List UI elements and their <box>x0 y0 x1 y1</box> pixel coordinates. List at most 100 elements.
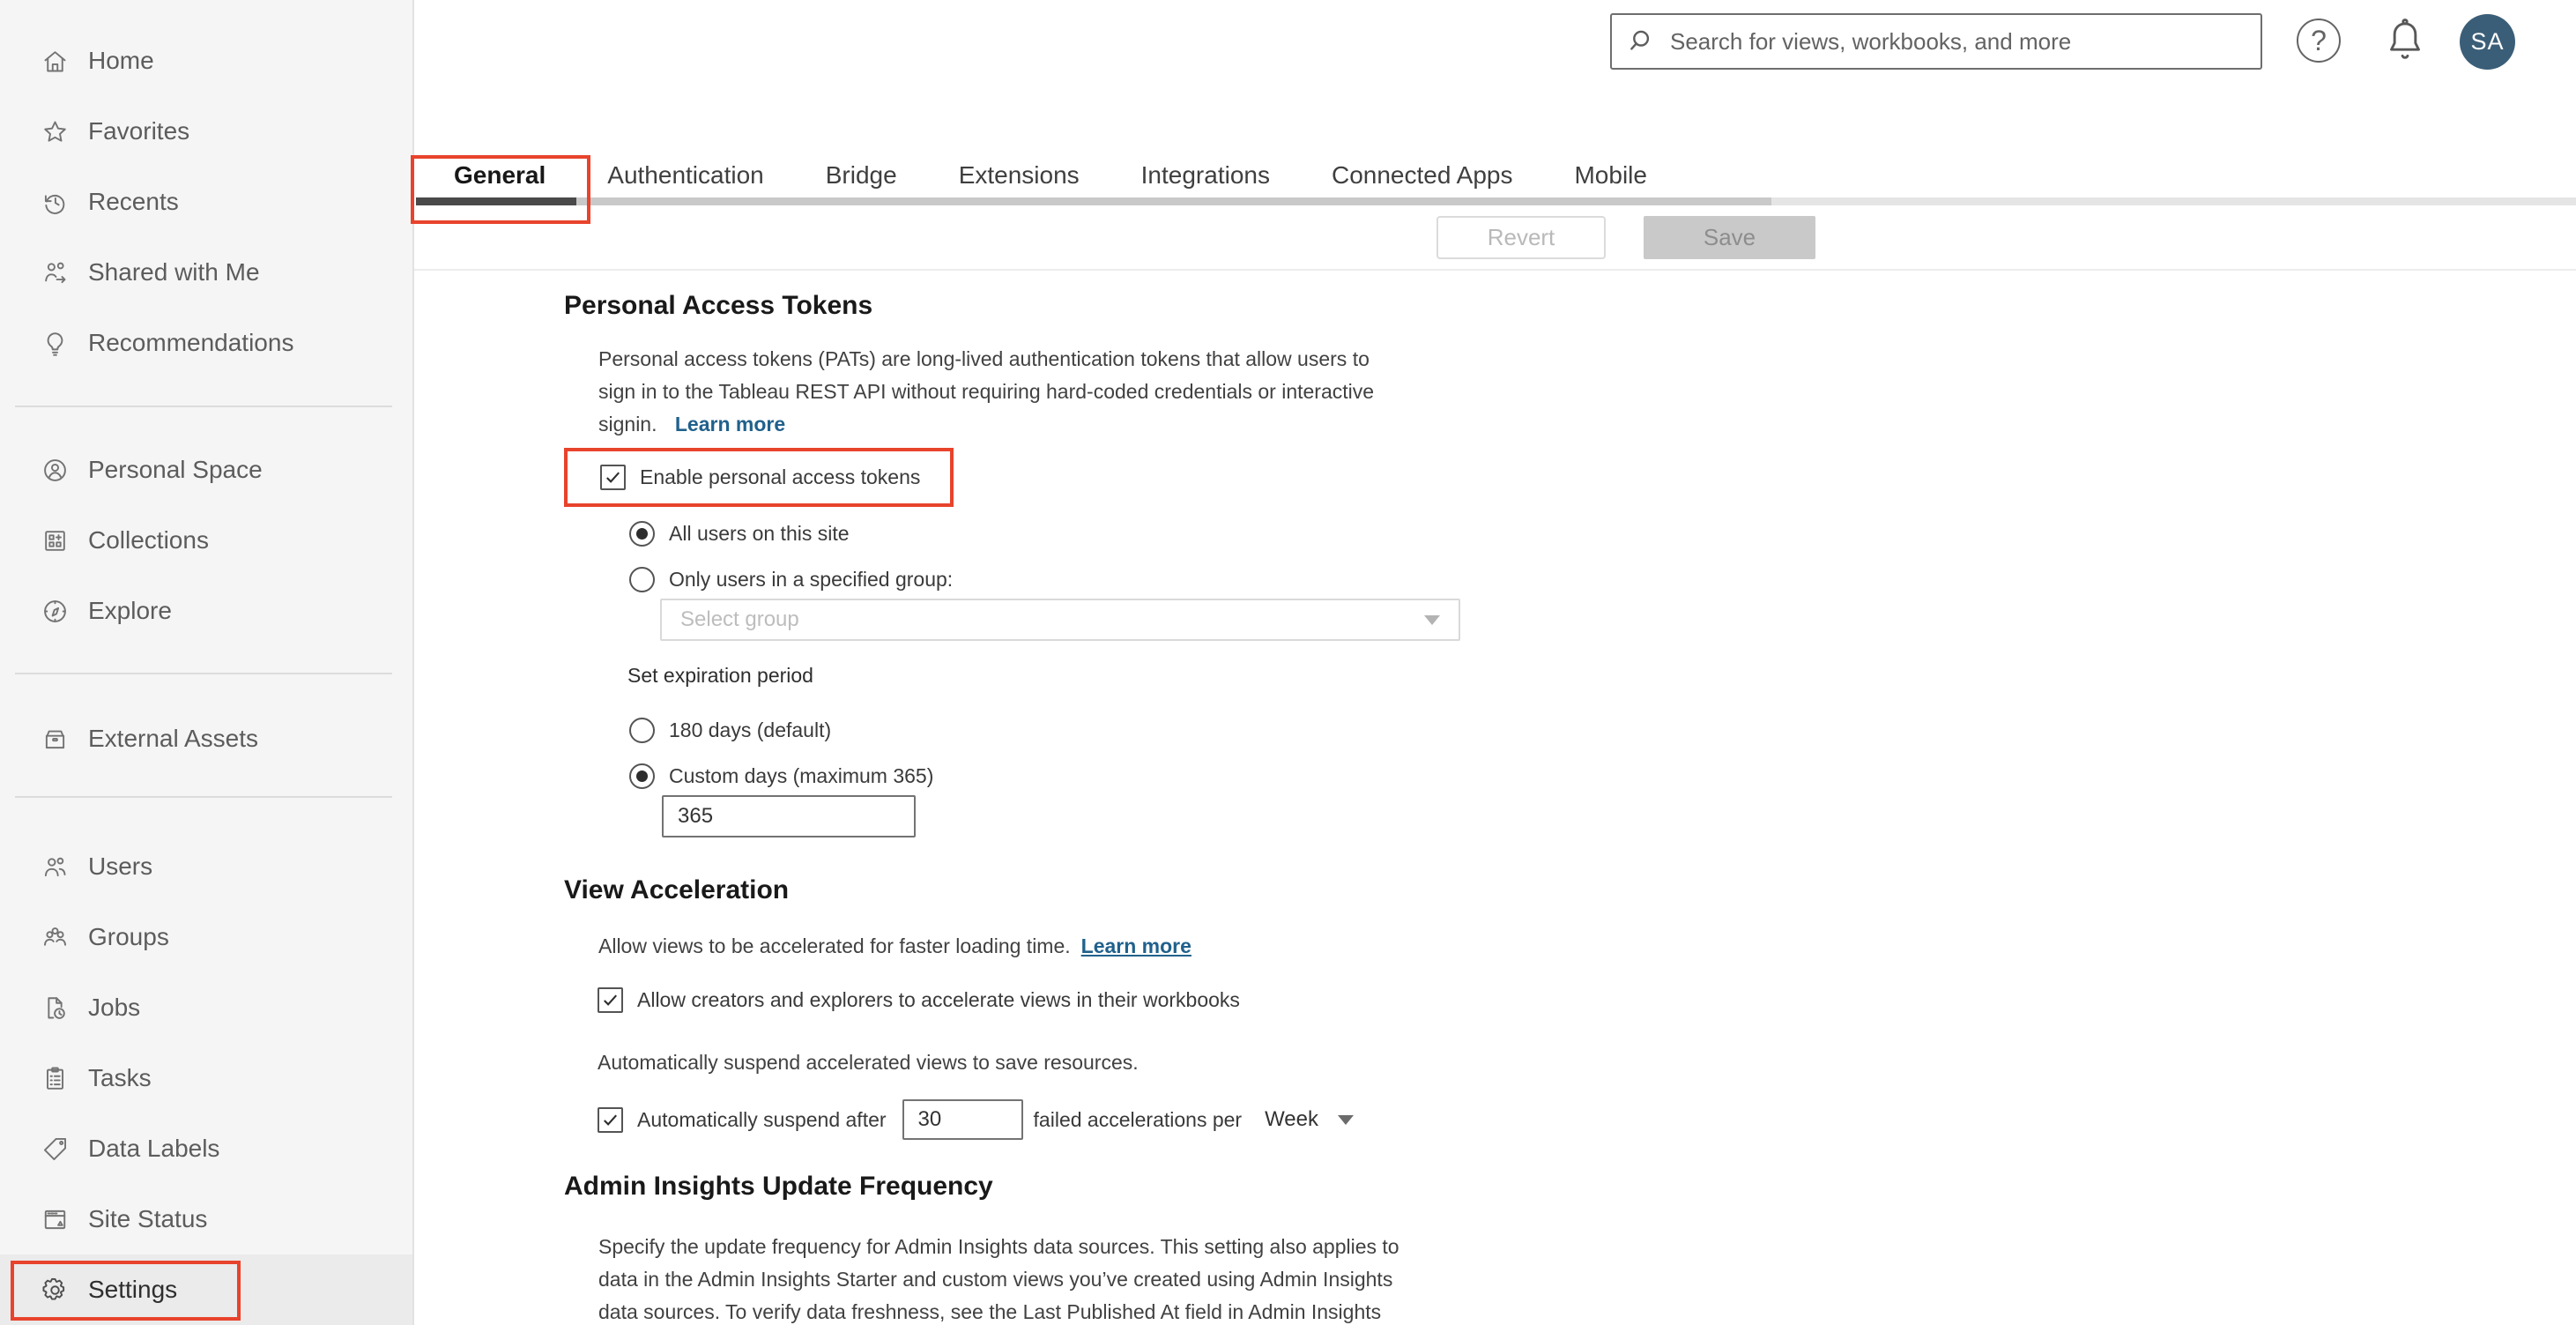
allow-accelerate-label[interactable]: Allow creators and explorers to accelera… <box>637 988 1240 1012</box>
sidebar-item-recommendations[interactable]: Recommendations <box>0 308 412 378</box>
custom-days-input[interactable] <box>662 795 916 837</box>
check-icon <box>604 1114 617 1126</box>
lightbulb-icon <box>41 329 70 358</box>
custom-days-radio[interactable] <box>629 763 655 789</box>
chevron-down-icon <box>1424 614 1440 625</box>
all-users-radio[interactable] <box>629 521 655 547</box>
search-input[interactable] <box>1670 15 2260 68</box>
sidebar-item-external-assets[interactable]: External Assets <box>0 703 412 774</box>
sidebar-item-label: Collections <box>88 526 209 554</box>
sidebar-item-home[interactable]: Home <box>0 26 412 96</box>
tableau-site-settings-page: Home Favorites Recents Shared with Me Re… <box>0 0 2576 1325</box>
sidebar-divider <box>15 406 392 407</box>
section-title-view-acceleration: View Acceleration <box>564 875 790 904</box>
sidebar-item-label: Site Status <box>88 1205 208 1232</box>
enable-pat-label[interactable]: Enable personal access tokens <box>640 465 920 489</box>
select-group-dropdown[interactable]: Select group <box>660 599 1460 641</box>
sidebar-item-site-status[interactable]: Site Status <box>0 1184 412 1254</box>
sidebar-item-label: Users <box>88 852 153 880</box>
user-avatar[interactable]: SA <box>2460 14 2515 70</box>
auto-suspend-prefix-label: Automatically suspend after <box>637 1107 887 1131</box>
toolbar-divider <box>414 269 2576 271</box>
compass-icon <box>41 597 70 626</box>
sidebar-item-explore[interactable]: Explore <box>0 576 412 646</box>
allow-accelerate-checkbox[interactable] <box>598 987 623 1013</box>
sidebar: Home Favorites Recents Shared with Me Re… <box>0 0 414 1325</box>
pat-description-line: signin. Learn more <box>598 413 786 435</box>
star-icon <box>41 117 70 146</box>
pat-learn-more-link[interactable]: Learn more <box>675 413 785 435</box>
sidebar-item-label: Favorites <box>88 117 190 145</box>
check-icon <box>606 472 620 483</box>
chevron-down-icon[interactable] <box>1338 1114 1354 1125</box>
search-box[interactable] <box>1610 13 2262 70</box>
sidebar-item-personal-space[interactable]: Personal Space <box>0 435 412 505</box>
expiration-180-row: 180 days (default) <box>629 718 831 743</box>
va-suspend-description: Automatically suspend accelerated views … <box>598 1051 1139 1074</box>
pat-scope-group-row: Only users in a specified group: <box>629 567 953 592</box>
days-180-radio[interactable] <box>629 718 655 743</box>
tag-icon <box>41 1135 70 1164</box>
sidebar-item-collections[interactable]: Collections <box>0 505 412 576</box>
sidebar-item-jobs[interactable]: Jobs <box>0 972 412 1043</box>
tab-connected-apps[interactable]: Connected Apps <box>1332 161 1513 190</box>
sidebar-item-label: Groups <box>88 923 169 950</box>
gear-icon <box>41 1276 70 1305</box>
period-select[interactable]: Week <box>1265 1107 1318 1132</box>
sidebar-item-label: Explore <box>88 597 172 624</box>
sidebar-item-users[interactable]: Users <box>0 831 412 902</box>
pat-description-line: Personal access tokens (PATs) are long-l… <box>598 347 1370 370</box>
help-button[interactable]: ? <box>2297 19 2341 63</box>
custom-days-label[interactable]: Custom days (maximum 365) <box>669 764 933 788</box>
save-button[interactable]: Save <box>1644 216 1815 259</box>
ai-description-line: data sources. To verify data freshness, … <box>598 1300 1382 1323</box>
sidebar-item-tasks[interactable]: Tasks <box>0 1043 412 1113</box>
revert-button[interactable]: Revert <box>1436 216 1606 259</box>
drawer-icon <box>41 725 70 754</box>
sidebar-item-label: Data Labels <box>88 1135 220 1162</box>
only-group-label[interactable]: Only users in a specified group: <box>669 568 953 592</box>
check-icon <box>604 994 617 1006</box>
sidebar-item-favorites[interactable]: Favorites <box>0 96 412 167</box>
notifications-button[interactable] <box>2379 15 2431 66</box>
va-learn-more-link[interactable]: Learn more <box>1081 934 1191 958</box>
users-icon <box>41 852 70 882</box>
sidebar-item-settings[interactable]: Settings <box>0 1254 412 1325</box>
person-circle-icon <box>41 456 70 485</box>
question-mark-glyph: ? <box>2311 24 2327 56</box>
tab-general[interactable]: General <box>454 161 546 190</box>
tab-mobile[interactable]: Mobile <box>1574 161 1646 190</box>
sidebar-item-label: Recents <box>88 188 179 215</box>
va-description: Allow views to be accelerated for faster… <box>598 934 1191 958</box>
shared-with-me-icon <box>41 258 70 287</box>
sidebar-item-groups[interactable]: Groups <box>0 902 412 972</box>
enable-pat-checkbox[interactable] <box>600 465 626 490</box>
tab-authentication[interactable]: Authentication <box>607 161 763 190</box>
sidebar-item-shared-with-me[interactable]: Shared with Me <box>0 237 412 308</box>
sidebar-divider <box>15 796 392 798</box>
groups-icon <box>41 923 70 952</box>
tab-bridge[interactable]: Bridge <box>826 161 897 190</box>
pat-description-line: sign in to the Tableau REST API without … <box>598 380 1375 403</box>
sidebar-item-label: Recommendations <box>88 329 294 356</box>
sidebar-item-label: Personal Space <box>88 456 263 483</box>
failed-accelerations-input[interactable] <box>902 1099 1023 1140</box>
expiration-custom-row: Custom days (maximum 365) <box>629 763 933 789</box>
sidebar-item-label: Home <box>88 47 154 74</box>
only-group-radio[interactable] <box>629 567 655 592</box>
tab-underline-track-light <box>1771 197 2576 205</box>
ai-description-line: Specify the update frequency for Admin I… <box>598 1235 1399 1258</box>
days-180-label[interactable]: 180 days (default) <box>669 718 831 742</box>
section-title-admin-insights: Admin Insights Update Frequency <box>564 1172 993 1201</box>
pat-scope-all-users-row: All users on this site <box>629 521 850 547</box>
avatar-initials: SA <box>2470 28 2505 55</box>
browser-window-icon <box>41 1205 70 1234</box>
sidebar-item-data-labels[interactable]: Data Labels <box>0 1113 412 1184</box>
auto-suspend-checkbox[interactable] <box>598 1106 623 1133</box>
auto-suspend-suffix-label: failed accelerations per <box>1033 1107 1243 1131</box>
sidebar-item-recents[interactable]: Recents <box>0 167 412 237</box>
tab-extensions[interactable]: Extensions <box>959 161 1080 190</box>
history-icon <box>41 188 70 217</box>
tab-integrations[interactable]: Integrations <box>1141 161 1270 190</box>
all-users-label[interactable]: All users on this site <box>669 522 850 546</box>
